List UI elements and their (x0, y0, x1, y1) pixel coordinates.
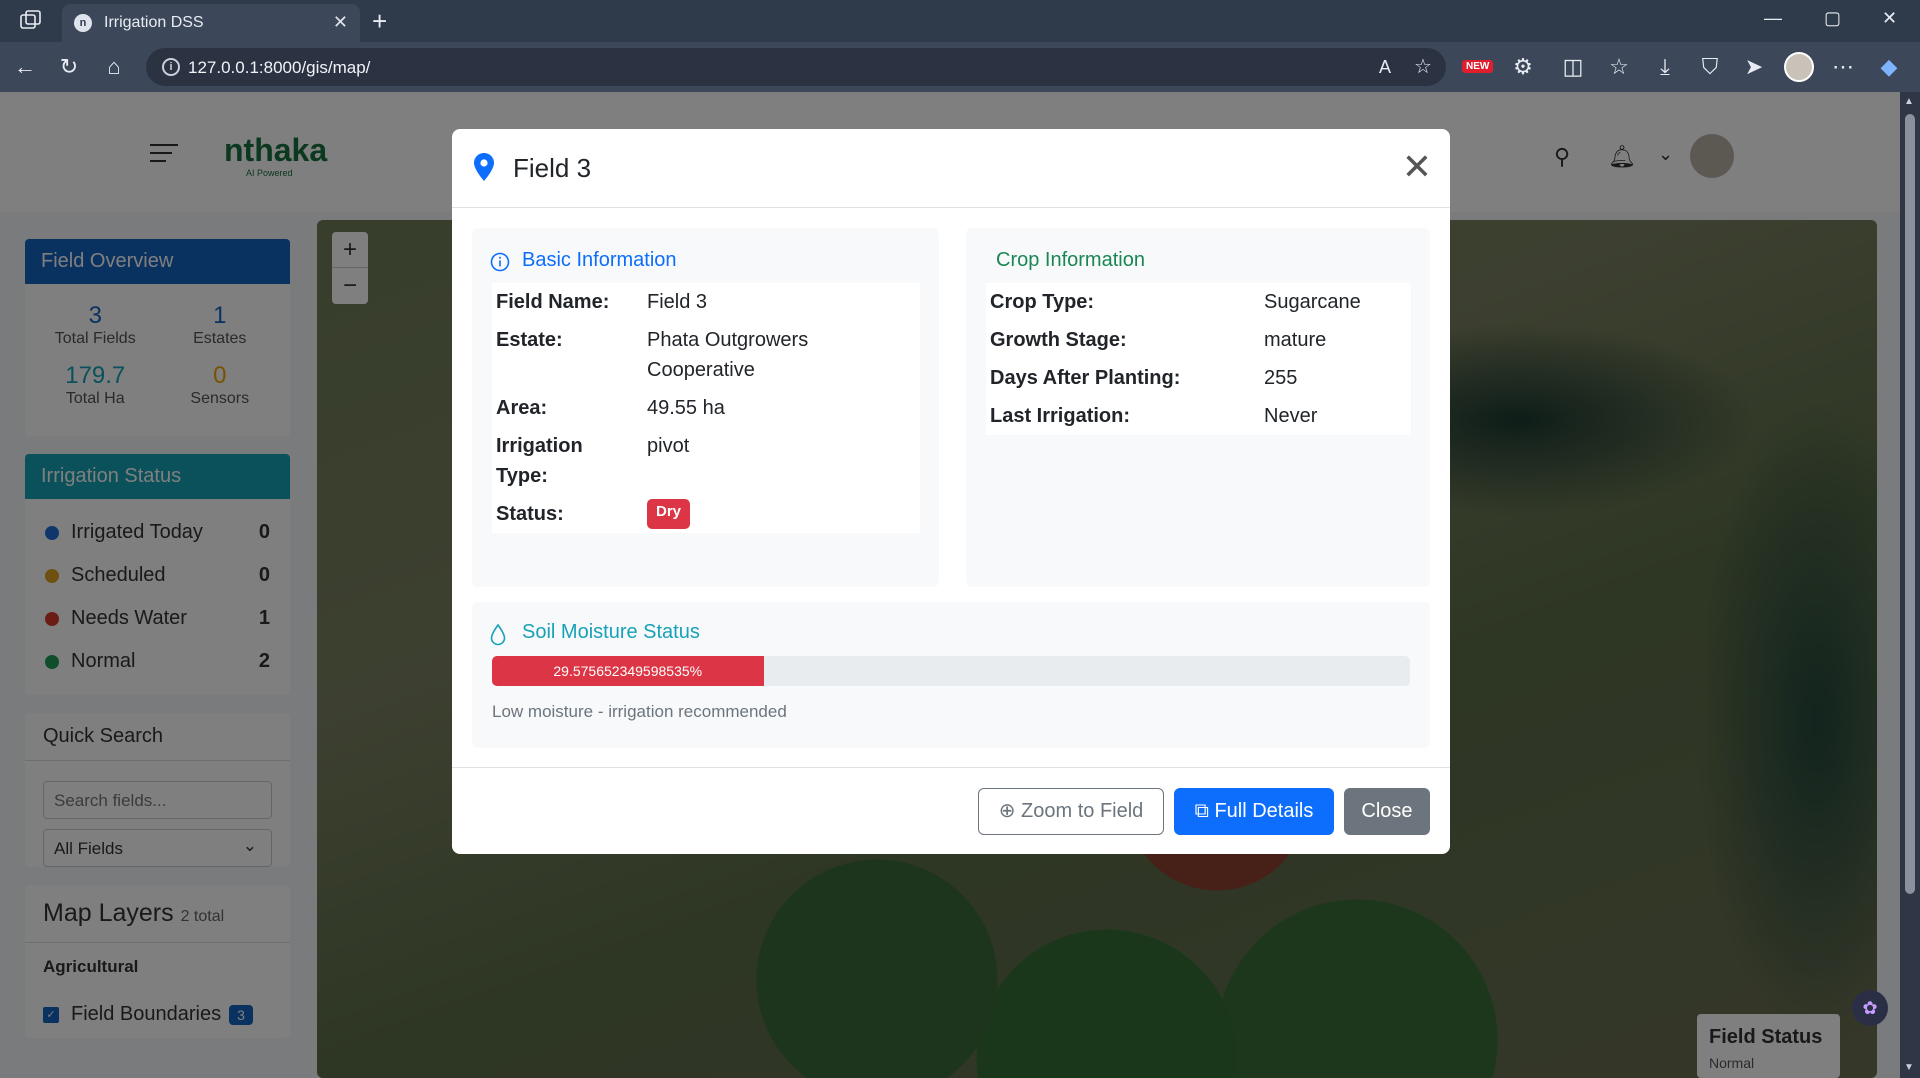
downloads-icon[interactable]: ⤓ (1652, 54, 1678, 80)
profile-avatar[interactable] (1784, 52, 1814, 82)
row-growth-stage: Growth Stage: mature (990, 329, 1327, 351)
row-crop-type: Crop Type: Sugarcane (990, 291, 1361, 313)
row-last-irrigation: Last Irrigation: Never (990, 405, 1318, 427)
close-icon[interactable]: ✕ (1402, 149, 1432, 185)
assistant-fab-icon[interactable]: ✿ (1852, 990, 1888, 1026)
url-text: 127.0.0.1:8000/gis/map/ (188, 58, 371, 77)
crop-info-table: Crop Type: Sugarcane Growth Stage: mature … (986, 283, 1411, 435)
back-icon[interactable]: ← (12, 54, 38, 80)
read-aloud-icon[interactable]: A (1372, 54, 1398, 80)
row-irrigation-type: Irrigation Type: pivot (496, 435, 690, 487)
favorite-star-icon[interactable]: ☆ (1410, 54, 1436, 80)
basic-info-panel: Basic Information Field Name: Field 3 Est… (472, 228, 939, 587)
row-status: Status: Dry (496, 495, 916, 533)
new-badge: NEW (1462, 60, 1494, 73)
browser-essentials-icon[interactable]: ⛉ (1697, 54, 1723, 80)
tab-close-icon[interactable]: ✕ (333, 12, 348, 33)
row-field-name: Field Name: Field 3 (496, 291, 708, 313)
split-screen-icon[interactable]: ◫ (1560, 54, 1586, 80)
minimize-icon[interactable]: — (1764, 8, 1782, 29)
address-bar[interactable]: i 127.0.0.1:8000/gis/map/ A ☆ (146, 48, 1446, 86)
scroll-down-icon[interactable]: ▼ (1904, 1062, 1914, 1073)
row-days-after-planting: Days After Planting: 255 (990, 367, 1298, 389)
browser-tab[interactable]: n Irrigation DSS ✕ (62, 4, 360, 42)
zoom-in-icon: ⊕ (998, 800, 1016, 822)
map-pin-icon (474, 153, 494, 181)
moisture-progress-fill: 29.575652349598535% (492, 656, 764, 686)
page-scrollbar[interactable]: ▲ ▼ (1900, 92, 1920, 1078)
close-button[interactable]: Close (1344, 788, 1430, 835)
crop-info-title: Crop Information (996, 249, 1145, 271)
soil-moisture-title: Soil Moisture Status (522, 621, 700, 643)
maximize-icon[interactable]: ▢ (1824, 8, 1841, 29)
field-details-modal: Field 3 ✕ Basic Information Field Name: F… (452, 129, 1450, 854)
window-close-icon[interactable]: ✕ (1882, 8, 1897, 29)
row-area: Area: 49.55 ha (496, 397, 725, 419)
browser-titlebar: n Irrigation DSS ✕ + — ▢ ✕ (0, 0, 1920, 42)
browser-toolbar: ← ↻ ⌂ i 127.0.0.1:8000/gis/map/ A ☆ NEW … (0, 42, 1920, 92)
more-menu-icon[interactable]: ⋯ (1830, 54, 1856, 80)
favorites-icon[interactable]: ☆ (1606, 54, 1632, 80)
modal-header: Field 3 ✕ (452, 129, 1450, 208)
site-info-icon[interactable]: i (162, 58, 180, 76)
basic-info-table: Field Name: Field 3 Estate: Phata Outgrowe… (492, 283, 920, 533)
full-details-button[interactable]: ⧉ Full Details (1174, 788, 1334, 835)
modal-footer: ⊕ Zoom to Field ⧉ Full Details Close (452, 767, 1450, 854)
basic-info-title: Basic Information (522, 249, 677, 271)
zoom-to-field-button[interactable]: ⊕ Zoom to Field (978, 788, 1164, 835)
soil-moisture-panel: Soil Moisture Status 29.575652349598535%… (472, 602, 1430, 748)
moisture-progress-bar: 29.575652349598535% (492, 656, 1410, 686)
copilot-icon[interactable]: ◆ (1876, 54, 1902, 80)
extensions-icon[interactable]: ⚙ (1510, 54, 1536, 80)
droplet-icon (490, 624, 506, 646)
external-link-icon: ⧉ (1194, 800, 1209, 822)
scrollbar-thumb[interactable] (1905, 114, 1915, 894)
home-icon[interactable]: ⌂ (101, 54, 127, 80)
reload-icon[interactable]: ↻ (56, 54, 82, 80)
share-icon[interactable]: ➤ (1741, 54, 1767, 80)
row-estate: Estate: Phata Outgrowers Cooperative (496, 329, 809, 381)
crop-info-panel: Crop Information Crop Type: Sugarcane Gro… (966, 228, 1430, 587)
info-circle-icon (490, 252, 510, 272)
status-badge: Dry (647, 499, 691, 529)
modal-title: Field 3 (513, 153, 592, 183)
scroll-up-icon[interactable]: ▲ (1904, 96, 1914, 107)
tab-title: Irrigation DSS (104, 14, 204, 31)
new-tab-icon[interactable]: + (372, 6, 387, 37)
tab-actions-icon[interactable] (20, 10, 42, 30)
moisture-recommendation: Low moisture - irrigation recommended (492, 702, 787, 721)
site-favicon-icon: n (74, 14, 92, 32)
